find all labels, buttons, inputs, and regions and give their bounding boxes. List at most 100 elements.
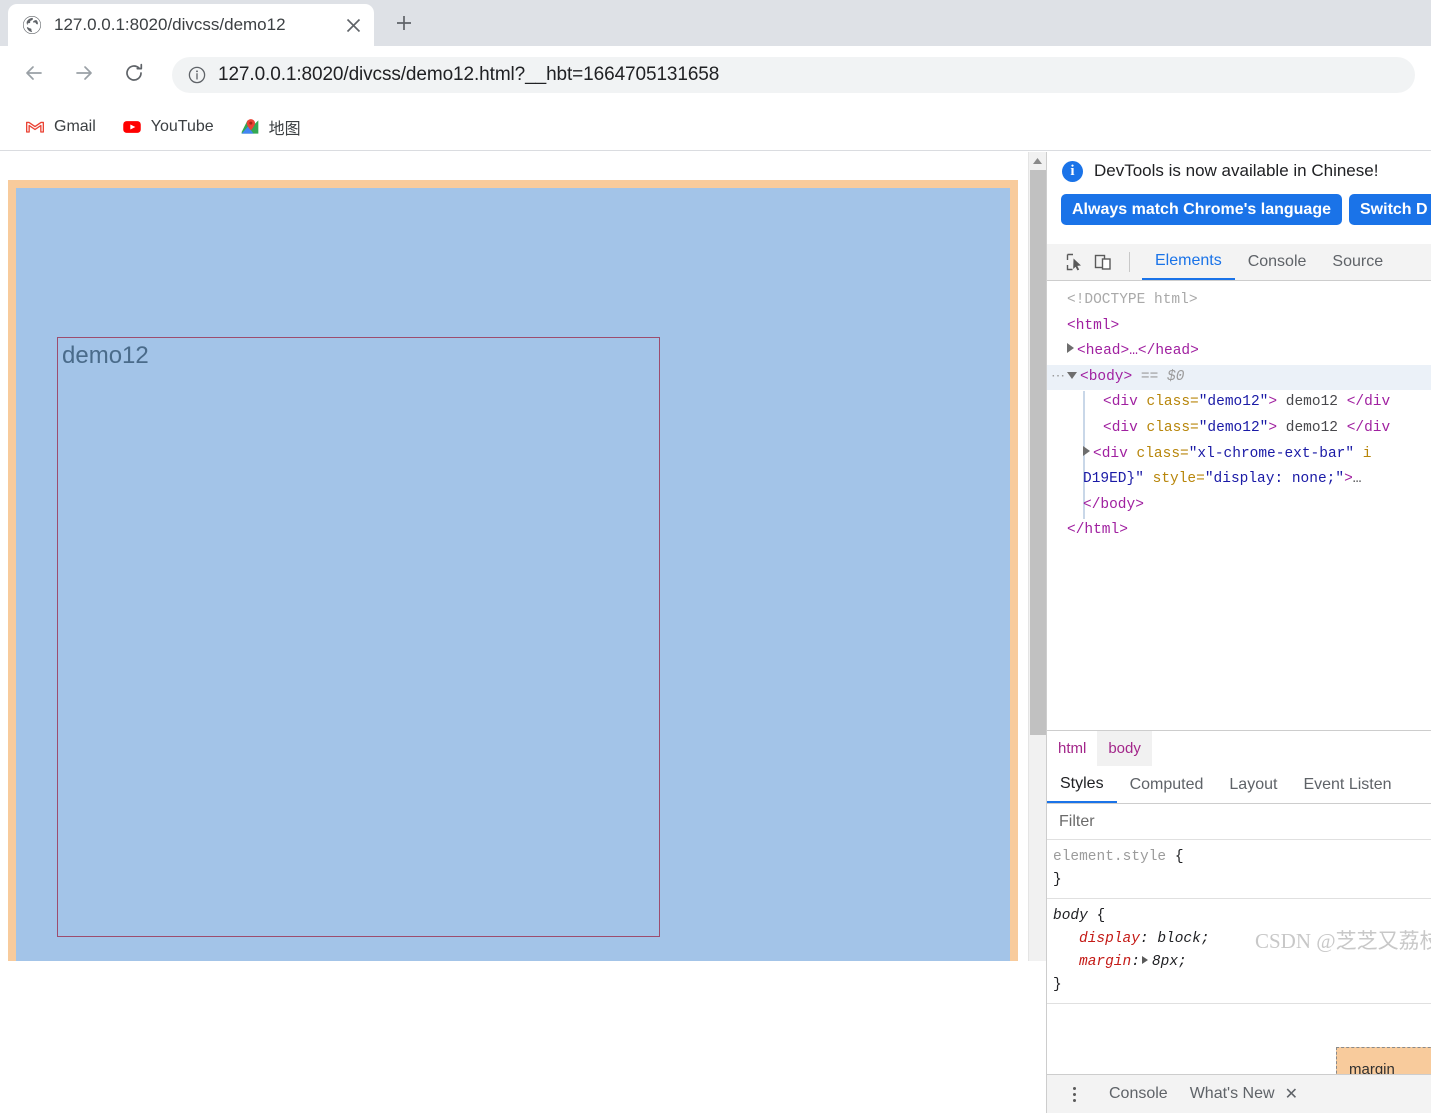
bookmark-label: YouTube bbox=[150, 118, 214, 135]
drawer-tab-whats-new[interactable]: What's New bbox=[1190, 1085, 1275, 1103]
dom-line-head[interactable]: <head>…</head> bbox=[1047, 339, 1431, 365]
dom-breadcrumb: html body bbox=[1047, 730, 1431, 767]
styles-pane[interactable]: element.style { } body { display: block;… bbox=[1047, 840, 1431, 1033]
tab-sources[interactable]: Source bbox=[1319, 244, 1396, 280]
page-scrollbar[interactable] bbox=[1028, 152, 1046, 961]
declaration-display[interactable]: display: block; bbox=[1053, 928, 1431, 951]
more-options-icon[interactable]: ⋯ bbox=[1051, 365, 1065, 391]
chevron-right-icon[interactable] bbox=[1083, 445, 1090, 456]
dom-line-div-1[interactable]: <div class="demo12"> demo12 </div bbox=[1047, 390, 1431, 416]
head-row: <head>…</head> bbox=[1047, 343, 1199, 359]
browser-window: 127.0.0.1:8020/divcss/demo12 127.0.0.1:8… bbox=[0, 0, 1431, 1113]
head-tag-text: <head>…</head> bbox=[1077, 343, 1199, 360]
chevron-right-icon[interactable] bbox=[1067, 343, 1074, 354]
selected-ref-text: == $0 bbox=[1140, 368, 1185, 385]
page-viewport[interactable]: demo12 demo12 bbox=[0, 152, 1046, 961]
filter-placeholder: Filter bbox=[1059, 812, 1095, 830]
youtube-icon bbox=[122, 117, 142, 137]
dom-line-div-2[interactable]: <div class="demo12"> demo12 </div bbox=[1047, 416, 1431, 442]
property-value[interactable]: 8px bbox=[1152, 954, 1178, 970]
dom-line-body-open[interactable]: ⋯ <body> == $0 bbox=[1047, 364, 1431, 391]
dom-line-ext-bar-cont[interactable]: D19ED}" style="display: none;">… bbox=[1047, 467, 1431, 493]
dom-line-body-close[interactable]: </body> bbox=[1047, 493, 1431, 519]
property-value[interactable]: block bbox=[1157, 931, 1201, 947]
rule-element-style-header: element.style { bbox=[1053, 846, 1431, 869]
banner-message: DevTools is now available in Chinese! bbox=[1094, 161, 1379, 180]
declaration-margin[interactable]: margin: 8px; bbox=[1053, 951, 1431, 974]
back-button[interactable] bbox=[16, 57, 52, 93]
body-tag-text: <body> bbox=[1080, 368, 1133, 385]
html-tag-text: <html> bbox=[1067, 317, 1120, 334]
subtab-styles[interactable]: Styles bbox=[1047, 766, 1117, 803]
tab-elements[interactable]: Elements bbox=[1142, 244, 1235, 280]
styles-subtabs: Styles Computed Layout Event Listen bbox=[1047, 766, 1431, 804]
bookmark-label: 地图 bbox=[268, 121, 301, 138]
div-1-text: demo12 bbox=[1277, 394, 1347, 411]
devtools-drawer: Console What's New ✕ bbox=[1047, 1074, 1431, 1113]
chevron-right-icon[interactable] bbox=[1141, 956, 1148, 964]
dom-line-html-open[interactable]: <html> bbox=[1047, 314, 1431, 340]
div-1-close: </div bbox=[1346, 394, 1391, 411]
dom-tree[interactable]: <!DOCTYPE html> <html> <head>…</head> ⋯ … bbox=[1047, 281, 1431, 724]
drawer-tab-console[interactable]: Console bbox=[1109, 1085, 1168, 1103]
brace-close: } bbox=[1053, 872, 1062, 888]
styles-filter[interactable]: Filter bbox=[1047, 804, 1431, 840]
globe-icon bbox=[22, 15, 42, 35]
reload-button[interactable] bbox=[116, 57, 152, 93]
brace-close: } bbox=[1053, 977, 1062, 993]
bookmark-maps[interactable]: 地图 bbox=[231, 111, 310, 143]
info-circle-icon[interactable] bbox=[188, 66, 206, 84]
close-icon[interactable]: ✕ bbox=[1285, 1084, 1298, 1104]
rule-element-style[interactable]: element.style { } bbox=[1047, 840, 1431, 899]
banner-buttons: Always match Chrome's language Switch D bbox=[1047, 194, 1431, 225]
html-close-text: </html> bbox=[1067, 522, 1128, 539]
toolbar-divider bbox=[1129, 252, 1130, 272]
rule-selector[interactable]: body bbox=[1053, 908, 1088, 924]
breadcrumb-body[interactable]: body bbox=[1097, 730, 1152, 767]
arrow-left-icon bbox=[23, 62, 45, 89]
close-icon[interactable] bbox=[340, 12, 366, 38]
semicolon: ; bbox=[1178, 954, 1187, 970]
body-row: <body> == $0 bbox=[1047, 369, 1184, 385]
scroll-up-icon[interactable] bbox=[1029, 152, 1046, 170]
subtab-layout[interactable]: Layout bbox=[1216, 766, 1290, 803]
rule-selector[interactable]: element.style bbox=[1053, 849, 1166, 865]
tab-console[interactable]: Console bbox=[1235, 244, 1320, 280]
div-2-row: <div class="demo12"> demo12 </div bbox=[1103, 419, 1391, 436]
address-bar[interactable]: 127.0.0.1:8020/divcss/demo12.html?__hbt=… bbox=[172, 57, 1415, 93]
brace-open: { bbox=[1166, 849, 1184, 865]
dom-line-html-close[interactable]: </html> bbox=[1047, 518, 1431, 544]
banner-message-row: i DevTools is now available in Chinese! bbox=[1047, 152, 1431, 190]
switch-devtools-language-button[interactable]: Switch D bbox=[1349, 194, 1431, 225]
more-vertical-icon[interactable] bbox=[1061, 1081, 1087, 1107]
bookmark-label: Gmail bbox=[54, 118, 96, 135]
semicolon: ; bbox=[1200, 931, 1210, 947]
tab-strip: 127.0.0.1:8020/divcss/demo12 bbox=[0, 0, 1431, 46]
ext-bar-row: <div class="xl-chrome-ext-bar" i bbox=[1047, 445, 1371, 462]
bookmark-gmail[interactable]: Gmail bbox=[16, 111, 105, 143]
chevron-down-icon[interactable] bbox=[1067, 371, 1077, 379]
subtab-computed[interactable]: Computed bbox=[1117, 766, 1217, 803]
arrow-right-icon bbox=[73, 62, 95, 89]
rule-body[interactable]: body { display: block; margin: 8px; } bbox=[1047, 899, 1431, 1004]
new-tab-button[interactable] bbox=[384, 8, 424, 42]
breadcrumb-html[interactable]: html bbox=[1047, 731, 1097, 767]
inspect-element-icon[interactable] bbox=[1061, 248, 1089, 276]
property-name[interactable]: display bbox=[1053, 931, 1140, 947]
dom-line-doctype[interactable]: <!DOCTYPE html> bbox=[1047, 288, 1431, 314]
browser-tab[interactable]: 127.0.0.1:8020/divcss/demo12 bbox=[8, 4, 374, 46]
property-name[interactable]: margin bbox=[1053, 954, 1131, 970]
subtab-event-listeners[interactable]: Event Listen bbox=[1290, 766, 1404, 803]
always-match-language-button[interactable]: Always match Chrome's language bbox=[1061, 194, 1342, 225]
scrollbar-thumb[interactable] bbox=[1030, 170, 1046, 735]
brace-open: { bbox=[1087, 908, 1106, 924]
body-close-text: </body> bbox=[1083, 496, 1144, 513]
ext-bar-cont-row: D19ED}" style="display: none;">… bbox=[1083, 471, 1362, 488]
property-colon: : bbox=[1139, 931, 1158, 947]
bookmark-youtube[interactable]: YouTube bbox=[113, 111, 223, 143]
dom-line-ext-bar[interactable]: <div class="xl-chrome-ext-bar" i bbox=[1047, 442, 1431, 468]
forward-button[interactable] bbox=[66, 57, 102, 93]
device-toolbar-icon[interactable] bbox=[1089, 248, 1117, 276]
plus-icon bbox=[394, 13, 414, 38]
url-text: 127.0.0.1:8020/divcss/demo12.html?__hbt=… bbox=[218, 64, 720, 85]
